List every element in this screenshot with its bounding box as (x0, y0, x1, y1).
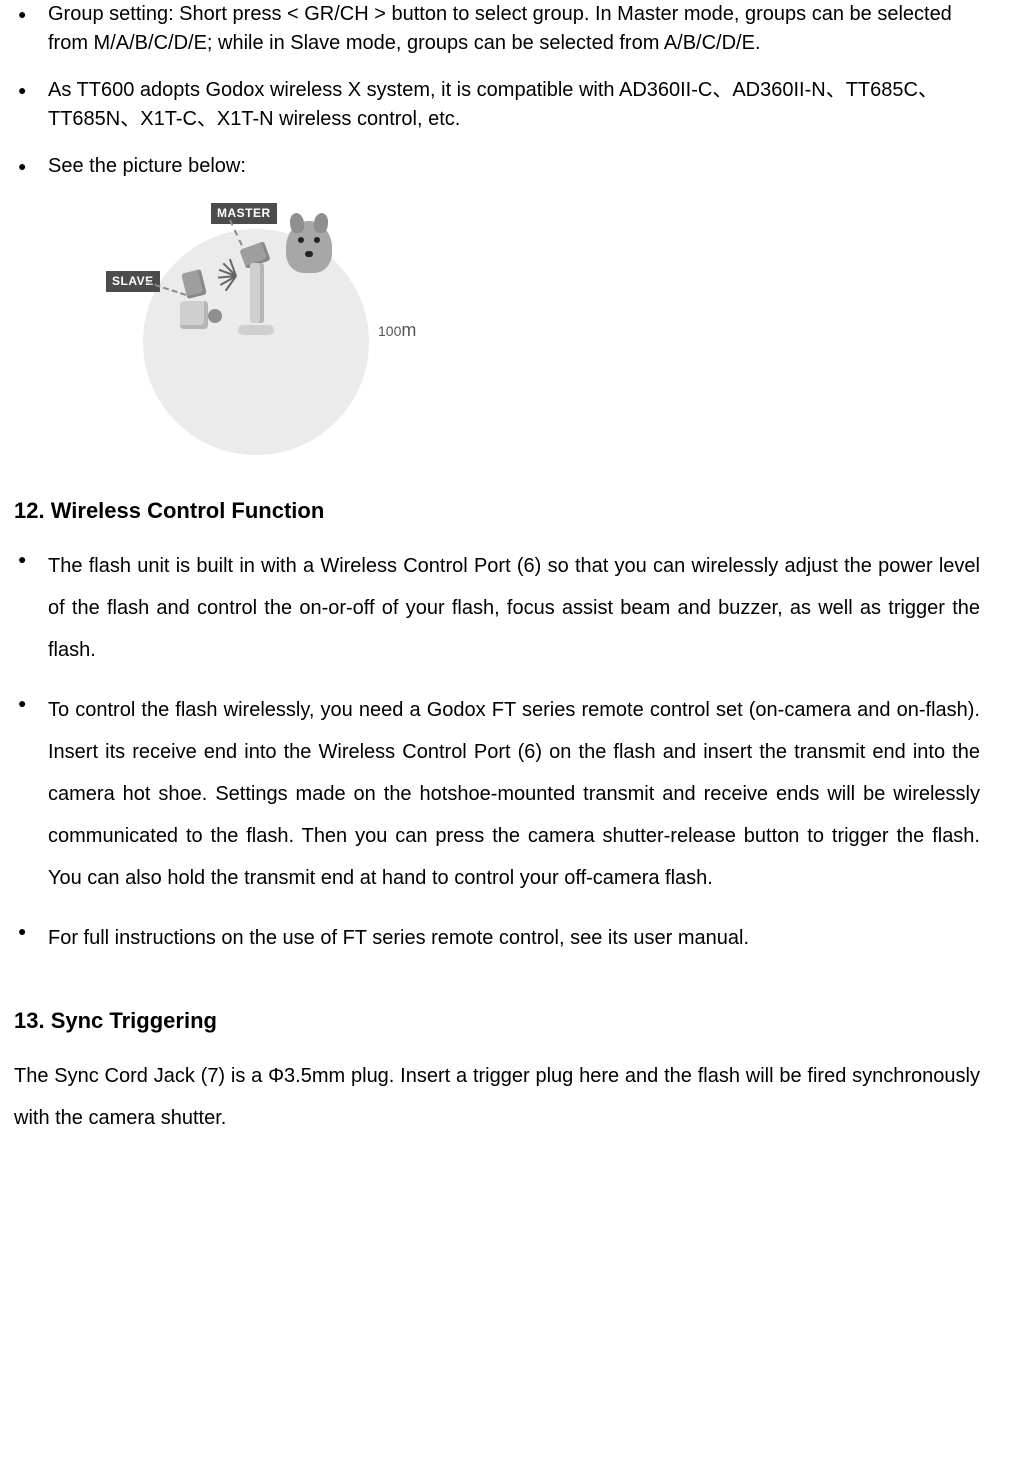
bullet-group-setting: Group setting: Short press < GR/CH > but… (14, 0, 980, 58)
range-distance-unit: m (401, 320, 416, 340)
slave-label: SLAVE (106, 271, 160, 292)
section13-heading: 13. Sync Triggering (14, 1005, 980, 1037)
bullet-ft-series-setup: To control the flash wirelessly, you nee… (14, 689, 980, 899)
section11-bullets: Group setting: Short press < GR/CH > but… (14, 0, 980, 181)
section12-bullets: The flash unit is built in with a Wirele… (14, 545, 980, 959)
slave-camera-icon (170, 271, 224, 329)
bullet-wcp-builtin: The flash unit is built in with a Wirele… (14, 545, 980, 671)
bullet-godox-compat: As TT600 adopts Godox wireless X system,… (14, 76, 980, 134)
range-distance: 100m (378, 317, 416, 343)
bullet-see-picture: See the picture below: (14, 152, 980, 181)
master-label: MASTER (211, 203, 277, 224)
wireless-range-diagram: MASTER SLAVE 100m (48, 199, 408, 459)
subject-dog-icon (286, 221, 332, 273)
section12-heading: 12. Wireless Control Function (14, 495, 980, 527)
bullet-ft-manual: For full instructions on the use of FT s… (14, 917, 980, 959)
section13-body: The Sync Cord Jack (7) is a Φ3.5mm plug.… (14, 1055, 980, 1139)
range-distance-value: 100 (378, 323, 401, 339)
